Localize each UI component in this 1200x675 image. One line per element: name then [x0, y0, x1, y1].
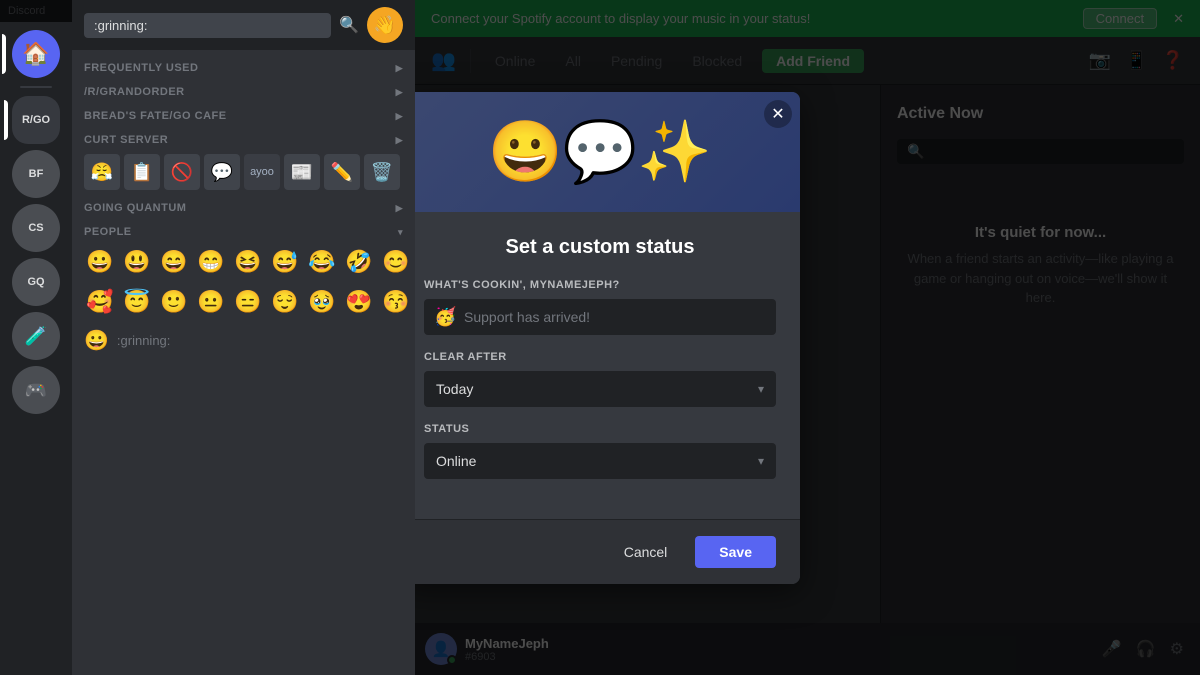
breadsfate-arrow: ▶ [396, 111, 403, 122]
custom-emoji-3[interactable]: 🚫 [164, 154, 200, 190]
emoji-holding-back-tears[interactable]: 🥹 [304, 284, 340, 320]
emoji-kissing-closed-eyes[interactable]: 😚 [378, 284, 414, 320]
goingquantum-header[interactable]: GOING QUANTUM ▶ [72, 194, 415, 218]
custom-emoji-4[interactable]: 💬 [204, 154, 240, 190]
emoji-content: FREQUENTLY USED ▶ /R/GRANDORDER ▶ BREAD'… [72, 50, 415, 675]
custom-emoji-1[interactable]: 😤 [84, 154, 120, 190]
emoji-name-text: :grinning: [117, 333, 170, 348]
status-label: STATUS [424, 423, 776, 435]
home-button[interactable]: 🏠 [12, 30, 60, 78]
server-sidebar: 🏠 R/GO BF CS GQ 🧪 🎮 [0, 22, 72, 675]
curtserver-header[interactable]: CURT SERVER ▶ [72, 126, 415, 150]
save-button[interactable]: Save [695, 536, 776, 568]
emoji-star-struck[interactable]: 😍 [341, 284, 377, 320]
emoji-expressionless[interactable]: 😑 [230, 284, 266, 320]
custom-emoji-6[interactable]: 📰 [284, 154, 320, 190]
emoji-rolling-floor[interactable]: 🤣 [341, 244, 377, 280]
emoji-joy[interactable]: 😄 [156, 244, 192, 280]
cancel-button[interactable]: Cancel [608, 536, 684, 568]
emoji-rofl[interactable]: 😅 [267, 244, 303, 280]
emoji-grinning[interactable]: 😀 [82, 244, 118, 280]
server-icon-goingquantum[interactable]: GQ [12, 258, 60, 306]
clear-after-label: CLEAR AFTER [424, 351, 776, 363]
server-icon-curtserver[interactable]: CS [12, 204, 60, 252]
modal-whats-cookin-label: WHAT'S COOKIN', MYNAMEJEPH? [424, 279, 776, 291]
people-header[interactable]: PEOPLE ▾ [72, 218, 415, 242]
emoji-grin[interactable]: 😃 [119, 244, 155, 280]
emoji-preview: 😀 [84, 328, 109, 353]
curt-server-emojis: 😤 📋 🚫 💬 ayoo 📰 ✏️ 🗑️ [72, 150, 415, 194]
emoji-innocent[interactable]: 😇 [119, 284, 155, 320]
status-emoji-icon: 🥳 [434, 306, 456, 327]
emoji-relieved[interactable]: 😌 [267, 284, 303, 320]
frequently-used-arrow: ▶ [396, 63, 403, 74]
emoji-smile[interactable]: 😊 [378, 244, 414, 280]
emoji-sob[interactable]: 😂 [304, 244, 340, 280]
status-select[interactable]: Online Idle Do Not Disturb Invisible [424, 443, 776, 479]
modal-title: Set a custom status [424, 236, 776, 259]
emoji-beaming[interactable]: 😁 [193, 244, 229, 280]
modal-close-button[interactable]: ✕ [764, 100, 792, 128]
illustration-emoji: 😀💬✨ [488, 116, 712, 187]
emoji-search-icon[interactable]: 🔍 [339, 15, 359, 35]
server-icon-rgrandorder[interactable]: R/GO [12, 96, 60, 144]
modal-header-illustration: 😀💬✨ ✕ [400, 92, 800, 212]
clear-after-select[interactable]: Today 1 hour 4 hours Never [424, 371, 776, 407]
clear-after-wrapper: Today 1 hour 4 hours Never ▾ [424, 371, 776, 407]
goingquantum-arrow: ▶ [396, 203, 403, 214]
emoji-sweat-smile[interactable]: 😆 [230, 244, 266, 280]
breadsfate-header[interactable]: BREAD'S FATE/GO CAFE ▶ [72, 102, 415, 126]
server-divider [20, 86, 52, 88]
emoji-search-input[interactable] [84, 13, 331, 38]
server-icon-gaming[interactable]: 🎮 [12, 366, 60, 414]
custom-emoji-7[interactable]: ✏️ [324, 154, 360, 190]
custom-status-modal: 😀💬✨ ✕ Set a custom status WHAT'S COOKIN'… [400, 92, 800, 584]
custom-emoji-8[interactable]: 🗑️ [364, 154, 400, 190]
people-emoji-grid-row2: 🥰 😇 🙂 😐 😑 😌 🥹 😍 😚 [72, 282, 415, 322]
custom-emoji-5[interactable]: ayoo [244, 154, 280, 190]
wave-emoji-button[interactable]: 👋 [367, 7, 403, 43]
modal-body: Set a custom status WHAT'S COOKIN', MYNA… [400, 212, 800, 519]
grandorder-header[interactable]: /R/GRANDORDER ▶ [72, 78, 415, 102]
emoji-neutral[interactable]: 😐 [193, 284, 229, 320]
people-emoji-grid-row1: 😀 😃 😄 😁 😆 😅 😂 🤣 😊 [72, 242, 415, 282]
custom-emoji-2[interactable]: 📋 [124, 154, 160, 190]
status-wrapper: Online Idle Do Not Disturb Invisible ▾ [424, 443, 776, 479]
emoji-picker: 🔍 👋 FREQUENTLY USED ▶ /R/GRANDORDER ▶ BR… [72, 0, 415, 675]
people-arrow: ▾ [398, 227, 403, 238]
server-icon-lab[interactable]: 🧪 [12, 312, 60, 360]
status-input-wrapper: 🥳 [424, 299, 776, 335]
emoji-name-label: 😀 :grinning: [72, 322, 415, 359]
emoji-heart-eyes[interactable]: 🥰 [82, 284, 118, 320]
modal-footer: Cancel Save [400, 519, 800, 584]
emoji-search-row: 🔍 👋 [72, 0, 415, 50]
status-text-input[interactable] [424, 299, 776, 335]
curtserver-arrow: ▶ [396, 135, 403, 146]
emoji-slightly-smile[interactable]: 🙂 [156, 284, 192, 320]
frequently-used-header[interactable]: FREQUENTLY USED ▶ [72, 54, 415, 78]
grandorder-arrow: ▶ [396, 87, 403, 98]
server-icon-bfgocafe[interactable]: BF [12, 150, 60, 198]
